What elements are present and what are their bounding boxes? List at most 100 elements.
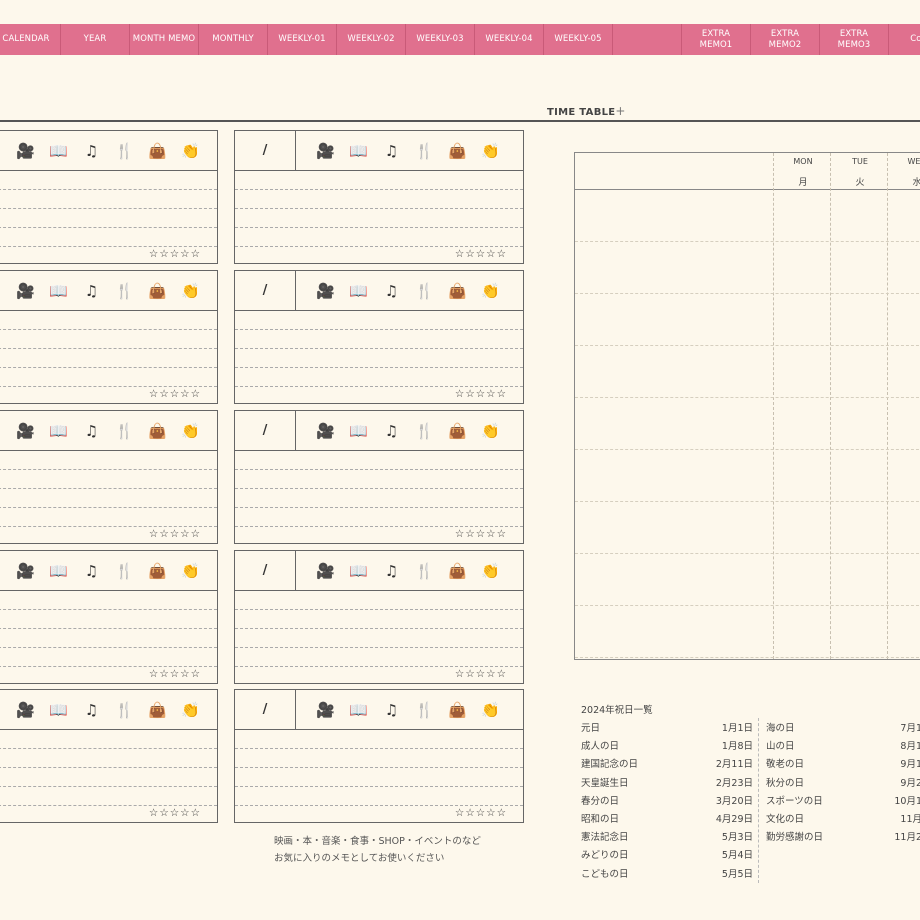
date-field[interactable]: / xyxy=(235,690,296,729)
movie-camera-icon[interactable]: 🎥 xyxy=(9,560,42,582)
music-note-icon[interactable]: ♫ xyxy=(75,420,108,442)
book-icon[interactable]: 📖 xyxy=(342,560,375,582)
bag-icon[interactable]: 👜 xyxy=(141,140,174,162)
clapping-hands-icon[interactable]: 👏 xyxy=(174,280,207,302)
music-note-icon[interactable]: ♫ xyxy=(75,560,108,582)
movie-camera-icon[interactable]: 🎥 xyxy=(309,140,342,162)
date-field[interactable]: / xyxy=(235,271,296,310)
fork-knife-icon[interactable]: 🍴 xyxy=(408,140,441,162)
fork-knife-icon[interactable]: 🍴 xyxy=(408,420,441,442)
movie-camera-icon[interactable]: 🎥 xyxy=(309,560,342,582)
bag-icon[interactable]: 👜 xyxy=(441,140,474,162)
star-rating[interactable]: ☆☆☆☆☆ xyxy=(455,528,507,540)
clapping-hands-icon[interactable]: 👏 xyxy=(174,699,207,721)
book-icon[interactable]: 📖 xyxy=(42,280,75,302)
tab-weekly-05[interactable]: WEEKLY-05 xyxy=(544,24,613,55)
date-field[interactable]: / xyxy=(235,131,296,170)
tab-weekly-04[interactable]: WEEKLY-04 xyxy=(475,24,544,55)
book-icon[interactable]: 📖 xyxy=(342,140,375,162)
movie-camera-icon[interactable]: 🎥 xyxy=(309,420,342,442)
book-icon[interactable]: 📖 xyxy=(42,140,75,162)
tab-conte[interactable]: Conte xyxy=(889,24,920,55)
movie-camera-icon[interactable]: 🎥 xyxy=(309,280,342,302)
music-note-icon[interactable]: ♫ xyxy=(375,560,408,582)
memo-card[interactable]: 🎥 📖 ♫ 🍴 👜 👏 ☆☆☆☆☆ xyxy=(0,410,218,544)
memo-card[interactable]: 🎥 📖 ♫ 🍴 👜 👏 ☆☆☆☆☆ xyxy=(0,689,218,823)
clapping-hands-icon[interactable]: 👏 xyxy=(474,420,507,442)
date-field[interactable]: / xyxy=(235,411,296,450)
tab-extra-memo3[interactable]: EXTRA MEMO3 xyxy=(820,24,889,55)
music-note-icon[interactable]: ♫ xyxy=(375,280,408,302)
memo-card[interactable]: / 🎥 📖 ♫ 🍴 👜 👏 ☆☆☆☆☆ xyxy=(234,270,524,404)
tab-monthly[interactable]: MONTHLY xyxy=(199,24,268,55)
tab-weekly-02[interactable]: WEEKLY-02 xyxy=(337,24,406,55)
star-rating[interactable]: ☆☆☆☆☆ xyxy=(455,248,507,260)
fork-knife-icon[interactable]: 🍴 xyxy=(108,560,141,582)
memo-card[interactable]: 🎥 📖 ♫ 🍴 👜 👏 ☆☆☆☆☆ xyxy=(0,270,218,404)
memo-card[interactable]: / 🎥 📖 ♫ 🍴 👜 👏 ☆☆☆☆☆ xyxy=(234,550,524,684)
bag-icon[interactable]: 👜 xyxy=(141,420,174,442)
movie-camera-icon[interactable]: 🎥 xyxy=(9,280,42,302)
music-note-icon[interactable]: ♫ xyxy=(75,280,108,302)
music-note-icon[interactable]: ♫ xyxy=(375,140,408,162)
star-rating[interactable]: ☆☆☆☆☆ xyxy=(149,388,201,400)
music-note-icon[interactable]: ♫ xyxy=(75,699,108,721)
tab-weekly-01[interactable]: WEEKLY-01 xyxy=(268,24,337,55)
movie-camera-icon[interactable]: 🎥 xyxy=(309,699,342,721)
music-note-icon[interactable]: ♫ xyxy=(75,140,108,162)
bag-icon[interactable]: 👜 xyxy=(441,420,474,442)
memo-card[interactable]: / 🎥 📖 ♫ 🍴 👜 👏 ☆☆☆☆☆ xyxy=(234,130,524,264)
clapping-hands-icon[interactable]: 👏 xyxy=(474,560,507,582)
bag-icon[interactable]: 👜 xyxy=(141,699,174,721)
fork-knife-icon[interactable]: 🍴 xyxy=(108,280,141,302)
memo-card[interactable]: 🎥 📖 ♫ 🍴 👜 👏 ☆☆☆☆☆ xyxy=(0,550,218,684)
clapping-hands-icon[interactable]: 👏 xyxy=(474,280,507,302)
book-icon[interactable]: 📖 xyxy=(342,699,375,721)
clapping-hands-icon[interactable]: 👏 xyxy=(474,699,507,721)
bag-icon[interactable]: 👜 xyxy=(441,280,474,302)
book-icon[interactable]: 📖 xyxy=(42,420,75,442)
movie-camera-icon[interactable]: 🎥 xyxy=(9,699,42,721)
book-icon[interactable]: 📖 xyxy=(342,280,375,302)
clapping-hands-icon[interactable]: 👏 xyxy=(174,140,207,162)
fork-knife-icon[interactable]: 🍴 xyxy=(408,280,441,302)
star-rating[interactable]: ☆☆☆☆☆ xyxy=(149,248,201,260)
bag-icon[interactable]: 👜 xyxy=(141,280,174,302)
tab-month-memo[interactable]: MONTH MEMO xyxy=(130,24,199,55)
star-rating[interactable]: ☆☆☆☆☆ xyxy=(455,668,507,680)
star-rating[interactable]: ☆☆☆☆☆ xyxy=(149,668,201,680)
tab-blank-9[interactable] xyxy=(613,24,682,55)
memo-card[interactable]: / 🎥 📖 ♫ 🍴 👜 👏 ☆☆☆☆☆ xyxy=(234,410,524,544)
music-note-icon[interactable]: ♫ xyxy=(375,699,408,721)
star-rating[interactable]: ☆☆☆☆☆ xyxy=(149,528,201,540)
tab-weekly-03[interactable]: WEEKLY-03 xyxy=(406,24,475,55)
music-note-icon[interactable]: ♫ xyxy=(375,420,408,442)
memo-card[interactable]: / 🎥 📖 ♫ 🍴 👜 👏 ☆☆☆☆☆ xyxy=(234,689,524,823)
clapping-hands-icon[interactable]: 👏 xyxy=(174,560,207,582)
plus-icon[interactable]: + xyxy=(615,104,625,118)
bag-icon[interactable]: 👜 xyxy=(441,699,474,721)
fork-knife-icon[interactable]: 🍴 xyxy=(408,560,441,582)
clapping-hands-icon[interactable]: 👏 xyxy=(174,420,207,442)
book-icon[interactable]: 📖 xyxy=(342,420,375,442)
clapping-hands-icon[interactable]: 👏 xyxy=(474,140,507,162)
fork-knife-icon[interactable]: 🍴 xyxy=(408,699,441,721)
fork-knife-icon[interactable]: 🍴 xyxy=(108,420,141,442)
movie-camera-icon[interactable]: 🎥 xyxy=(9,420,42,442)
star-rating[interactable]: ☆☆☆☆☆ xyxy=(149,807,201,819)
memo-card[interactable]: 🎥 📖 ♫ 🍴 👜 👏 ☆☆☆☆☆ xyxy=(0,130,218,264)
tab-extra-memo2[interactable]: EXTRA MEMO2 xyxy=(751,24,820,55)
fork-knife-icon[interactable]: 🍴 xyxy=(108,699,141,721)
star-rating[interactable]: ☆☆☆☆☆ xyxy=(455,388,507,400)
star-rating[interactable]: ☆☆☆☆☆ xyxy=(455,807,507,819)
date-field[interactable]: / xyxy=(235,551,296,590)
tab-year[interactable]: YEAR xyxy=(61,24,130,55)
fork-knife-icon[interactable]: 🍴 xyxy=(108,140,141,162)
bag-icon[interactable]: 👜 xyxy=(141,560,174,582)
book-icon[interactable]: 📖 xyxy=(42,699,75,721)
bag-icon[interactable]: 👜 xyxy=(441,560,474,582)
tab-calendar[interactable]: CALENDAR xyxy=(0,24,61,55)
tab-extra-memo1[interactable]: EXTRA MEMO1 xyxy=(682,24,751,55)
movie-camera-icon[interactable]: 🎥 xyxy=(9,140,42,162)
book-icon[interactable]: 📖 xyxy=(42,560,75,582)
